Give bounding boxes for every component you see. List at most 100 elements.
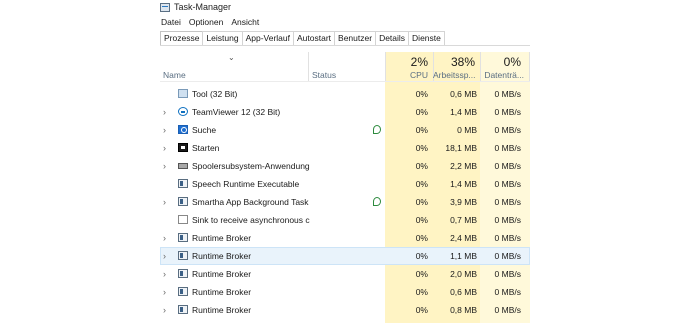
disk-value: 0 MB/s	[494, 179, 521, 189]
search-icon	[178, 125, 188, 134]
disk-value: 0 MB/s	[494, 215, 521, 225]
memory-value: 2,0 MB	[450, 269, 477, 279]
memory-total: 38%	[450, 55, 475, 69]
window-icon	[178, 305, 188, 314]
memory-value: 0,6 MB	[450, 89, 477, 99]
teamviewer-icon	[178, 107, 188, 116]
window-icon	[178, 197, 188, 206]
column-header-cpu[interactable]: CPU	[385, 70, 428, 80]
menu-datei[interactable]: Datei	[160, 17, 182, 27]
table-row[interactable]: › Runtime Broker 0% 2,4 MB 0 MB/s	[160, 229, 530, 247]
tab-prozesse[interactable]: Prozesse	[160, 31, 204, 45]
disk-value: 0 MB/s	[494, 143, 521, 153]
process-name: Speech Runtime Executable	[192, 179, 300, 189]
memory-value: 2,2 MB	[450, 161, 477, 171]
cpu-value: 0%	[415, 179, 428, 189]
start-icon	[178, 143, 188, 152]
disk-value: 0 MB/s	[494, 305, 521, 315]
expand-chevron-icon[interactable]: ›	[163, 157, 171, 175]
tab-leistung[interactable]: Leistung	[202, 31, 243, 45]
tab-app-verlauf[interactable]: App-Verlauf	[241, 31, 294, 45]
expand-chevron-icon[interactable]: ›	[163, 103, 171, 121]
expand-chevron-icon[interactable]: ›	[163, 193, 171, 211]
table-row[interactable]: Speech Runtime Executable 0% 1,4 MB 0 MB/s	[160, 175, 530, 193]
disk-value: 0 MB/s	[494, 287, 521, 297]
process-name: Tool (32 Bit)	[192, 89, 238, 99]
table-row[interactable]: Sink to receive asynchronous cal... 0% 0,7…	[160, 211, 530, 229]
tab-bar: Prozesse Leistung App-Verlauf Autostart …	[160, 31, 530, 46]
memory-value: 0 MB	[457, 125, 477, 135]
column-header-disk[interactable]: Datenträ...	[480, 70, 524, 80]
column-header-name[interactable]: Name	[163, 70, 186, 80]
window-icon	[178, 287, 188, 296]
process-name: TeamViewer 12 (32 Bit)	[192, 107, 281, 117]
cpu-value: 0%	[415, 269, 428, 279]
disk-value: 0 MB/s	[494, 89, 521, 99]
cpu-value: 0%	[415, 287, 428, 297]
task-manager-icon	[160, 2, 170, 12]
window-icon	[178, 233, 188, 242]
column-divider[interactable]	[529, 52, 530, 82]
memory-value: 0,7 MB	[450, 215, 477, 225]
expand-chevron-icon[interactable]: ›	[163, 247, 171, 265]
menu-bar: Datei Optionen Ansicht	[160, 15, 260, 28]
title-bar: Task-Manager	[160, 0, 231, 14]
cpu-value: 0%	[415, 305, 428, 315]
tab-benutzer[interactable]: Benutzer	[334, 31, 377, 45]
expand-chevron-icon[interactable]: ›	[163, 301, 171, 319]
process-list: Tool (32 Bit) 0% 0,6 MB 0 MB/s › TeamViewer 1…	[160, 85, 530, 319]
tool-icon	[178, 89, 188, 98]
expand-chevron-icon[interactable]: ›	[163, 121, 171, 139]
disk-value: 0 MB/s	[494, 125, 521, 135]
suspended-leaf-icon	[373, 125, 381, 134]
memory-value: 1,4 MB	[450, 179, 477, 189]
table-row[interactable]: Tool (32 Bit) 0% 0,6 MB 0 MB/s	[160, 85, 530, 103]
process-name: Suche	[192, 125, 217, 135]
table-row[interactable]: › Runtime Broker 0% 0,6 MB 0 MB/s	[160, 283, 530, 301]
disk-value: 0 MB/s	[494, 161, 521, 171]
process-name: Spoolersubsystem-Anwendung	[192, 161, 310, 171]
suspended-leaf-icon	[373, 197, 381, 206]
disk-value: 0 MB/s	[494, 269, 521, 279]
process-name: Starten	[192, 143, 220, 153]
table-row[interactable]: › TeamViewer 12 (32 Bit) 0% 1,4 MB 0 MB/s	[160, 103, 530, 121]
process-name: Sink to receive asynchronous cal...	[192, 215, 310, 225]
cpu-value: 0%	[415, 161, 428, 171]
cpu-value: 0%	[415, 143, 428, 153]
window-icon	[178, 251, 188, 260]
expand-chevron-icon[interactable]: ›	[163, 283, 171, 301]
expand-chevron-icon[interactable]: ›	[163, 229, 171, 247]
memory-value: 18,1 MB	[445, 143, 477, 153]
table-row[interactable]: › Suche 0% 0 MB 0 MB/s	[160, 121, 530, 139]
memory-value: 0,6 MB	[450, 287, 477, 297]
disk-value: 0 MB/s	[494, 251, 521, 261]
cpu-value: 0%	[415, 89, 428, 99]
process-name: Runtime Broker	[192, 305, 252, 315]
column-header-memory[interactable]: Arbeitssp...	[433, 70, 476, 80]
column-divider[interactable]	[308, 52, 309, 82]
column-header-status[interactable]: Status	[312, 70, 336, 80]
table-row[interactable]: › Starten 0% 18,1 MB 0 MB/s	[160, 139, 530, 157]
cpu-value: 0%	[415, 125, 428, 135]
expand-chevron-icon[interactable]: ›	[163, 139, 171, 157]
tab-details[interactable]: Details	[375, 31, 410, 45]
sort-chevron-icon[interactable]: ⌄	[228, 53, 235, 62]
memory-value: 1,4 MB	[450, 107, 477, 117]
table-row[interactable]: › Runtime Broker 0% 1,1 MB 0 MB/s	[160, 247, 530, 265]
tab-autostart[interactable]: Autostart	[293, 31, 336, 45]
memory-value: 2,4 MB	[450, 233, 477, 243]
table-row[interactable]: › Spoolersubsystem-Anwendung 0% 2,2 MB 0 MB/…	[160, 157, 530, 175]
cpu-value: 0%	[415, 107, 428, 117]
tab-dienste[interactable]: Dienste	[408, 31, 445, 45]
cpu-value: 0%	[415, 233, 428, 243]
process-name: Smartha App Background Task ...	[192, 197, 310, 207]
cpu-value: 0%	[415, 197, 428, 207]
table-row[interactable]: › Runtime Broker 0% 2,0 MB 0 MB/s	[160, 265, 530, 283]
menu-optionen[interactable]: Optionen	[188, 17, 225, 27]
menu-ansicht[interactable]: Ansicht	[230, 17, 260, 27]
cpu-value: 0%	[415, 251, 428, 261]
table-row[interactable]: › Smartha App Background Task ... 0% 3,9 MB…	[160, 193, 530, 211]
table-row[interactable]: › Runtime Broker 0% 0,8 MB 0 MB/s	[160, 301, 530, 319]
expand-chevron-icon[interactable]: ›	[163, 265, 171, 283]
disk-value: 0 MB/s	[494, 107, 521, 117]
